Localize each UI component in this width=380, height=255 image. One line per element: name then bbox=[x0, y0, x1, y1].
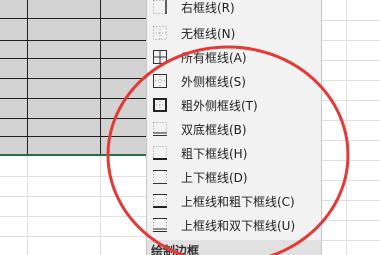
thick-outside-borders-icon bbox=[153, 98, 167, 112]
menu-item-label: 上下框线(D) bbox=[181, 171, 248, 185]
gridline bbox=[322, 20, 380, 21]
selection-edge bbox=[0, 154, 148, 156]
menu-item-right-border[interactable]: 右框线(R) bbox=[147, 0, 321, 20]
menu-item-all-borders[interactable]: 所有框线(A) bbox=[147, 46, 321, 70]
draw-borders-section-header: 绘制边框 bbox=[147, 240, 321, 255]
gridline bbox=[0, 216, 146, 217]
top-bottom-border-icon bbox=[153, 170, 167, 184]
cell-border bbox=[0, 98, 148, 99]
menu-item-no-border[interactable]: 无框线(N) bbox=[147, 22, 321, 46]
thick-bottom-border-icon bbox=[153, 146, 167, 160]
gridline bbox=[322, 220, 380, 221]
cell-border bbox=[0, 18, 148, 19]
menu-item-label: 双底框线(B) bbox=[181, 123, 247, 137]
cell-border bbox=[0, 78, 148, 79]
menu-item-double-bottom-border[interactable]: 双底框线(B) bbox=[147, 118, 321, 142]
menu-item-top-and-double-bottom-border[interactable]: 上框线和双下框线(U) bbox=[147, 214, 321, 238]
gridline bbox=[322, 100, 380, 101]
menu-item-label: 所有框线(A) bbox=[181, 51, 247, 65]
gridline bbox=[0, 176, 146, 177]
all-borders-icon bbox=[153, 50, 167, 64]
menu-item-label: 无框线(N) bbox=[181, 27, 236, 41]
gridline bbox=[322, 140, 380, 141]
menu-item-top-and-thick-bottom-border[interactable]: 上框线和粗下框线(C) bbox=[147, 190, 321, 214]
top-double-bottom-border-icon bbox=[153, 218, 167, 232]
gridline bbox=[322, 40, 380, 41]
gridline bbox=[322, 240, 380, 241]
menu-item-label: 上框线和双下框线(U) bbox=[181, 219, 296, 233]
menu-item-label: 粗外侧框线(T) bbox=[181, 99, 258, 113]
gridline bbox=[322, 180, 380, 181]
cell-border bbox=[0, 136, 148, 137]
menu-item-label: 粗下框线(H) bbox=[181, 147, 248, 161]
menu-item-label: 外侧框线(S) bbox=[181, 75, 246, 89]
cell-border bbox=[0, 40, 148, 41]
outside-borders-icon bbox=[153, 74, 167, 88]
menu-item-label: 上框线和粗下框线(C) bbox=[181, 195, 295, 209]
menu-item-label: 右框线(R) bbox=[181, 1, 235, 15]
gridline bbox=[322, 200, 380, 201]
cell-border bbox=[0, 118, 148, 119]
menu-item-thick-bottom-border[interactable]: 粗下框线(H) bbox=[147, 142, 321, 166]
top-thick-bottom-border-icon bbox=[153, 194, 167, 208]
gridline bbox=[100, 156, 101, 255]
gridline bbox=[0, 196, 146, 197]
gridline bbox=[322, 80, 380, 81]
no-border-icon bbox=[153, 26, 167, 40]
gridline bbox=[346, 0, 347, 255]
gridline bbox=[27, 156, 28, 255]
gridline bbox=[322, 160, 380, 161]
double-bottom-border-icon bbox=[153, 122, 167, 136]
menu-item-top-bottom-border[interactable]: 上下框线(D) bbox=[147, 166, 321, 190]
gridline bbox=[322, 60, 380, 61]
gridline bbox=[322, 120, 380, 121]
gridline bbox=[0, 236, 146, 237]
cell-border bbox=[0, 58, 148, 59]
menu-item-thick-outside-borders[interactable]: 粗外侧框线(T) bbox=[147, 94, 321, 118]
border-dropdown-menu: 右框线(R) 无框线(N) 所有框线(A) 外侧框线(S) 粗外侧框线(T) 双… bbox=[146, 0, 322, 255]
menu-item-outside-borders[interactable]: 外侧框线(S) bbox=[147, 70, 321, 94]
right-border-icon bbox=[153, 0, 167, 14]
